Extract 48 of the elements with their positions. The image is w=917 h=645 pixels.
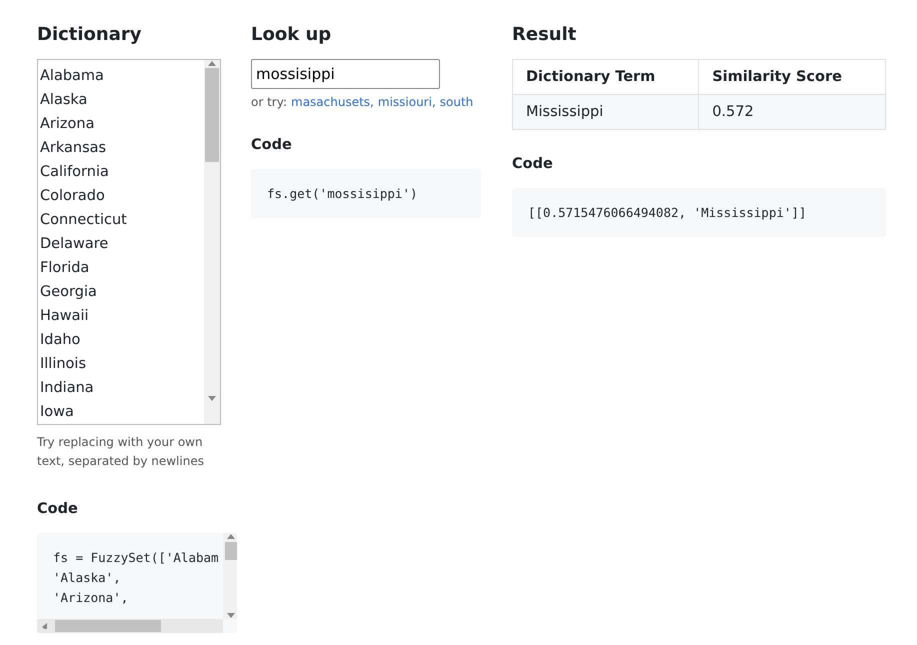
section-heading: Result: [512, 24, 578, 45]
scroll-down-icon[interactable]: [208, 396, 216, 402]
table-cell: 0.572: [698, 94, 886, 130]
scroll-up-icon[interactable]: [208, 60, 216, 66]
column-header: Similarity Score: [698, 60, 886, 94]
scrollbar[interactable]: [204, 60, 220, 424]
code-line: fs = FuzzySet(['Alabam: [53, 549, 220, 567]
scroll-down-icon[interactable]: [227, 613, 235, 619]
lookup-input[interactable]: mossisippi: [251, 59, 440, 89]
code-heading: Code: [512, 156, 554, 172]
scroll-up-icon[interactable]: [227, 533, 235, 539]
dictionary-term: Georgia: [40, 283, 98, 302]
code-line: 'Arizona',: [53, 589, 130, 607]
dictionary-term: Alaska: [40, 91, 88, 110]
try-label: or try:: [251, 95, 287, 109]
dictionary-term: Illinois: [40, 355, 88, 374]
scrollbar-thumb[interactable]: [205, 68, 219, 162]
dictionary-term: Hawaii: [40, 307, 90, 326]
column-header: Dictionary Term: [512, 60, 699, 94]
dictionary-term: Arkansas: [40, 139, 108, 158]
section-heading: Dictionary: [37, 24, 142, 45]
hint-text: Try replacing with your own text, separated by newlines: [37, 434, 205, 470]
scrollbar[interactable]: [223, 533, 237, 619]
dictionary-term: Alabama: [40, 67, 105, 86]
dictionary-term: Idaho: [40, 331, 82, 350]
horizontal-scrollbar[interactable]: [37, 619, 223, 633]
suggestion-link[interactable]: missiouri,: [378, 95, 436, 109]
dictionary-term: Delaware: [40, 235, 110, 254]
scrollbar-thumb[interactable]: [55, 620, 161, 632]
dictionary-term: Indiana: [40, 379, 95, 398]
dictionary-textarea[interactable]: Alabama Alaska Arizona Arkansas California Colorado Connecticut Delaware Florida Georgia Hawaii Idaho Illinois Indiana Iowa: [37, 59, 221, 425]
table-cell: Mississippi: [512, 94, 699, 130]
code-heading: Code: [37, 501, 79, 517]
suggestion-link[interactable]: south: [440, 95, 474, 109]
scroll-left-icon[interactable]: [41, 623, 49, 629]
dictionary-term: Florida: [40, 259, 90, 278]
code-block: [[0.5715476066494082, 'Mississippi']]: [512, 188, 886, 237]
dictionary-term: California: [40, 163, 110, 182]
code-line: 'Alaska',: [53, 569, 122, 587]
scrollbar-thumb[interactable]: [225, 542, 237, 560]
code-block: fs.get('mossisippi'): [251, 169, 481, 218]
code-heading: Code: [251, 137, 293, 153]
dictionary-term: Arizona: [40, 115, 96, 134]
suggestion-link[interactable]: masachusets,: [291, 95, 374, 109]
dictionary-term: Connecticut: [40, 211, 128, 230]
dictionary-term: Iowa: [40, 403, 75, 422]
section-heading: Look up: [251, 24, 332, 45]
dictionary-term: Colorado: [40, 187, 106, 206]
